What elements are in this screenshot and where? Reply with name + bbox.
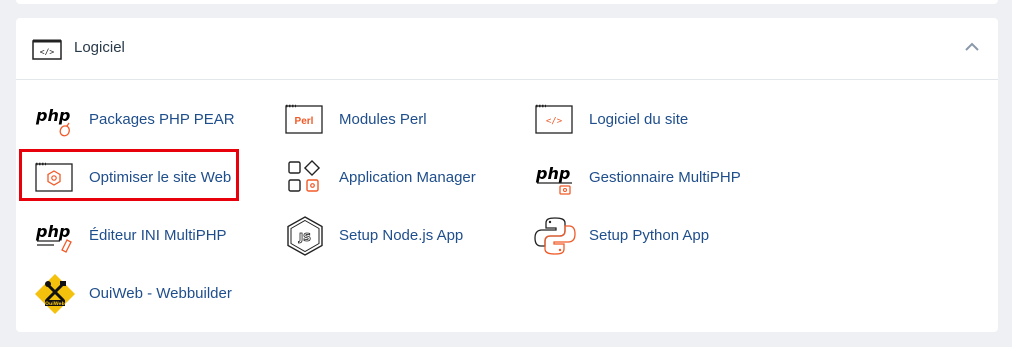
svg-text:php: php bbox=[35, 222, 70, 241]
previous-panel bbox=[16, 0, 998, 4]
php-pear-packages-link[interactable]: php Packages PHP PEAR bbox=[34, 100, 235, 140]
item-label: Gestionnaire MultiPHP bbox=[589, 169, 741, 186]
svg-text:php: php bbox=[535, 164, 570, 183]
multiphp-ini-editor-icon: php bbox=[35, 222, 72, 253]
panel-header[interactable]: </> Logiciel bbox=[16, 18, 998, 80]
section-title: Logiciel bbox=[74, 39, 125, 56]
python-icon bbox=[534, 217, 576, 255]
item-label: OuiWeb - Webbuilder bbox=[89, 285, 232, 302]
svg-text:</>: </> bbox=[546, 117, 563, 127]
svg-text:</>: </> bbox=[40, 48, 55, 57]
multiphp-ini-editor-link[interactable]: php Éditeur INI MultiPHP bbox=[34, 216, 234, 256]
perl-icon: Perl bbox=[285, 104, 323, 134]
ouiweb-logo-icon: OuiWeb bbox=[35, 274, 75, 314]
item-label: Setup Python App bbox=[589, 227, 710, 244]
item-label: Modules Perl bbox=[339, 111, 427, 128]
item-label: Application Manager bbox=[339, 169, 476, 186]
item-label: Éditeur INI MultiPHP bbox=[89, 227, 227, 244]
setup-nodejs-app-link[interactable]: JS Setup Node.js App bbox=[284, 216, 484, 256]
item-label: Optimiser le site Web bbox=[89, 169, 232, 186]
setup-python-app-link[interactable]: Setup Python App bbox=[534, 216, 734, 256]
nodejs-icon: JS bbox=[287, 216, 323, 256]
optimize-website-link[interactable]: Optimiser le site Web bbox=[34, 158, 234, 198]
svg-text:Perl: Perl bbox=[295, 116, 314, 127]
svg-text:OuiWeb: OuiWeb bbox=[45, 301, 65, 307]
item-label: Setup Node.js App bbox=[339, 227, 464, 244]
application-manager-link[interactable]: Application Manager bbox=[284, 158, 484, 198]
ouiweb-webbuilder-link[interactable]: OuiWeb OuiWeb - Webbuilder bbox=[34, 274, 234, 314]
svg-text:php: php bbox=[35, 106, 70, 125]
item-label: Logiciel du site bbox=[589, 111, 689, 128]
item-label: Packages PHP PEAR bbox=[89, 111, 235, 128]
php-pear-icon: php bbox=[35, 106, 70, 137]
svg-text:JS: JS bbox=[298, 231, 311, 244]
code-window-icon: </> bbox=[535, 104, 573, 134]
chevron-up-icon[interactable] bbox=[965, 42, 979, 52]
application-manager-icon bbox=[288, 159, 321, 192]
optimize-website-icon bbox=[35, 162, 73, 192]
multiphp-manager-icon: php bbox=[535, 164, 572, 195]
perl-modules-link[interactable]: Perl Modules Perl bbox=[284, 100, 484, 140]
multiphp-manager-link[interactable]: php Gestionnaire MultiPHP bbox=[534, 158, 754, 198]
code-window-icon: </> bbox=[32, 39, 62, 60]
site-software-link[interactable]: </> Logiciel du site bbox=[534, 100, 734, 140]
